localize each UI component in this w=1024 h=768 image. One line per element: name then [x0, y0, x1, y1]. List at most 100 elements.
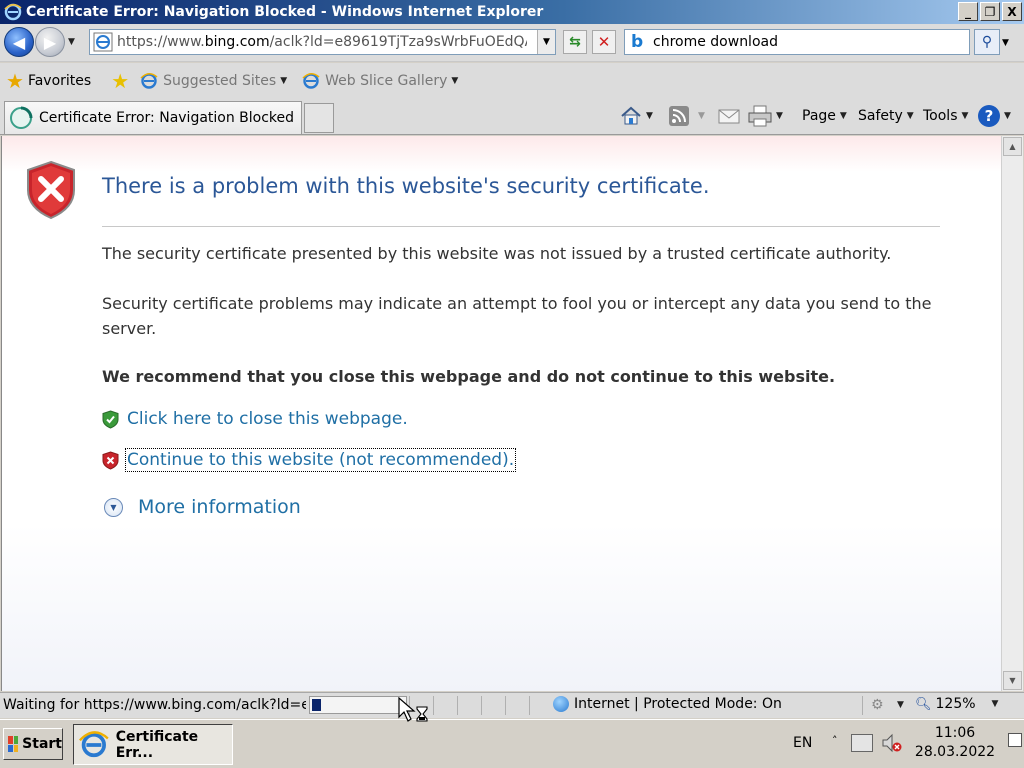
- start-label: Start: [22, 736, 62, 752]
- home-button[interactable]: ▼: [620, 105, 653, 127]
- search-input[interactable]: chrome download: [653, 34, 778, 50]
- home-icon: [621, 106, 641, 125]
- mail-icon: [718, 109, 740, 124]
- minimize-button[interactable]: _: [958, 2, 978, 21]
- chevron-down-icon: ▼: [646, 111, 653, 121]
- new-tab-button[interactable]: [304, 103, 334, 133]
- address-url-prefix: https://www.: [117, 34, 205, 50]
- continue-website-link[interactable]: Continue to this website (not recommende…: [124, 448, 517, 472]
- start-button[interactable]: Start: [3, 728, 63, 760]
- chevron-down-icon: ▼: [776, 111, 783, 121]
- suggested-sites-label: Suggested Sites: [163, 73, 277, 89]
- tools-menu-button[interactable]: Tools ▼: [923, 105, 968, 127]
- ie-logo-icon: [4, 3, 22, 21]
- window-title: Certificate Error: Navigation Blocked - …: [26, 4, 544, 20]
- favorites-button[interactable]: ★ Favorites: [6, 69, 91, 93]
- clock-date: 28.03.2022: [914, 744, 996, 760]
- search-options-dropdown-icon[interactable]: ▼: [1002, 38, 1009, 48]
- back-button[interactable]: ◀: [4, 27, 34, 57]
- search-button[interactable]: ⚲: [974, 29, 1000, 55]
- show-desktop-button[interactable]: [1008, 733, 1022, 747]
- zoom-magnifier-icon: 🔍︎: [915, 696, 932, 712]
- search-box[interactable]: b chrome download: [624, 29, 970, 55]
- close-webpage-link[interactable]: Click here to close this webpage.: [127, 409, 408, 429]
- taskbar-ie-window-button[interactable]: Certificate Err...: [73, 724, 233, 765]
- back-arrow-icon: ◀: [12, 32, 26, 52]
- favorites-star-icon: ★: [6, 69, 24, 93]
- show-hidden-icons-icon[interactable]: ˄: [832, 734, 838, 747]
- windows-logo-icon: [8, 736, 19, 752]
- recent-pages-dropdown-icon[interactable]: ▼: [68, 37, 75, 47]
- status-cell: [481, 696, 503, 715]
- address-dropdown-button[interactable]: ▼: [537, 30, 555, 54]
- more-information-label: More information: [138, 496, 301, 518]
- chevron-down-icon: ▼: [451, 76, 459, 86]
- favorites-bar: ★ Favorites ★ Suggested Sites ▼ Web Slic…: [0, 63, 1024, 99]
- favorites-label: Favorites: [27, 73, 92, 89]
- stop-icon: ✕: [597, 33, 611, 51]
- status-cell: [505, 696, 527, 715]
- address-bar[interactable]: https://www.bing.com/aclk?ld=e89619TjTza…: [89, 29, 556, 55]
- rss-feed-icon: [669, 106, 689, 126]
- network-icon[interactable]: [851, 734, 873, 752]
- volume-muted-icon[interactable]: [881, 733, 903, 753]
- status-cell: [433, 696, 455, 715]
- refresh-button[interactable]: ⇆: [563, 30, 587, 54]
- status-cell: [457, 696, 479, 715]
- privacy-report-icon: ⚙: [871, 697, 884, 713]
- taskbar-task-label: Certificate Err...: [115, 728, 199, 761]
- error-warning: Security certificate problems may indica…: [102, 294, 932, 338]
- address-url-domain: bing.com: [204, 34, 270, 50]
- taskbar: Start Certificate Err... EN ˄ 11:06 28.0…: [0, 719, 1024, 768]
- scroll-down-button[interactable]: ▼: [1003, 671, 1022, 690]
- web-slice-gallery-label: Web Slice Gallery: [325, 73, 448, 89]
- chevron-down-icon: ▼: [897, 700, 904, 710]
- address-url[interactable]: https://www.bing.com/aclk?ld=e89619TjTza…: [117, 34, 527, 50]
- clock-time: 11:06: [934, 725, 976, 741]
- globe-icon: [553, 696, 569, 712]
- close-button[interactable]: X: [1002, 2, 1022, 21]
- chevron-down-icon: ▼: [839, 111, 847, 121]
- tab-certificate-error[interactable]: Certificate Error: Navigation Blocked: [4, 101, 302, 134]
- address-url-path: /aclk?ld=e89619TjTza9sWrbFuOEdQAjVUCU: [269, 34, 527, 50]
- window-title-bar[interactable]: Certificate Error: Navigation Blocked - …: [0, 0, 1024, 24]
- page-menu-button[interactable]: Page ▼: [802, 105, 847, 127]
- forward-button[interactable]: ▶: [35, 27, 65, 57]
- continue-website-option[interactable]: Continue to this website (not recommende…: [102, 448, 517, 472]
- restore-button[interactable]: ❐: [980, 2, 1000, 21]
- zoom-level: 125%: [935, 696, 976, 712]
- progress-bar: [309, 696, 407, 714]
- chevron-down-icon: ▼: [961, 111, 969, 121]
- language-indicator[interactable]: EN: [793, 735, 812, 751]
- safety-menu-button[interactable]: Safety ▼: [858, 105, 914, 127]
- more-information-toggle[interactable]: ▼ More information: [104, 496, 301, 518]
- help-menu-button[interactable]: ? ▼: [978, 105, 1011, 127]
- tab-title: Certificate Error: Navigation Blocked: [39, 110, 295, 126]
- read-mail-button[interactable]: [718, 105, 740, 127]
- close-webpage-option[interactable]: Click here to close this webpage.: [102, 409, 408, 429]
- red-shield-x-icon: [27, 160, 75, 220]
- loading-spinner-icon: [10, 106, 33, 129]
- scroll-up-button[interactable]: ▲: [1003, 137, 1022, 156]
- tools-menu-label: Tools: [923, 108, 958, 124]
- page-menu-label: Page: [802, 108, 836, 124]
- printer-icon: [748, 105, 772, 127]
- add-to-favorites-bar-button[interactable]: ★: [111, 69, 133, 93]
- system-clock[interactable]: 11:06 28.03.2022: [910, 724, 1000, 762]
- web-slice-gallery-link[interactable]: Web Slice Gallery ▼: [301, 71, 458, 91]
- ie-page-icon: [302, 73, 320, 89]
- help-icon: ?: [978, 105, 1000, 127]
- print-button[interactable]: ▼: [748, 105, 783, 127]
- status-bar: Waiting for https://www.bing.com/aclk?ld…: [0, 692, 1024, 718]
- suggested-sites-link[interactable]: Suggested Sites ▼: [139, 71, 287, 91]
- vertical-scrollbar[interactable]: ▲ ▼: [1001, 136, 1023, 691]
- security-zone[interactable]: Internet | Protected Mode: On: [553, 696, 782, 712]
- stop-button[interactable]: ✕: [592, 30, 616, 54]
- feeds-button[interactable]: ▼: [668, 105, 705, 127]
- zoom-control[interactable]: 🔍︎ 125% ▼: [915, 696, 998, 712]
- forward-arrow-icon: ▶: [43, 32, 57, 52]
- privacy-cell[interactable]: ⚙ ▼: [862, 696, 912, 715]
- divider: [102, 226, 940, 227]
- chevron-down-icon: ▼: [991, 699, 999, 709]
- ie-page-icon: [140, 73, 158, 89]
